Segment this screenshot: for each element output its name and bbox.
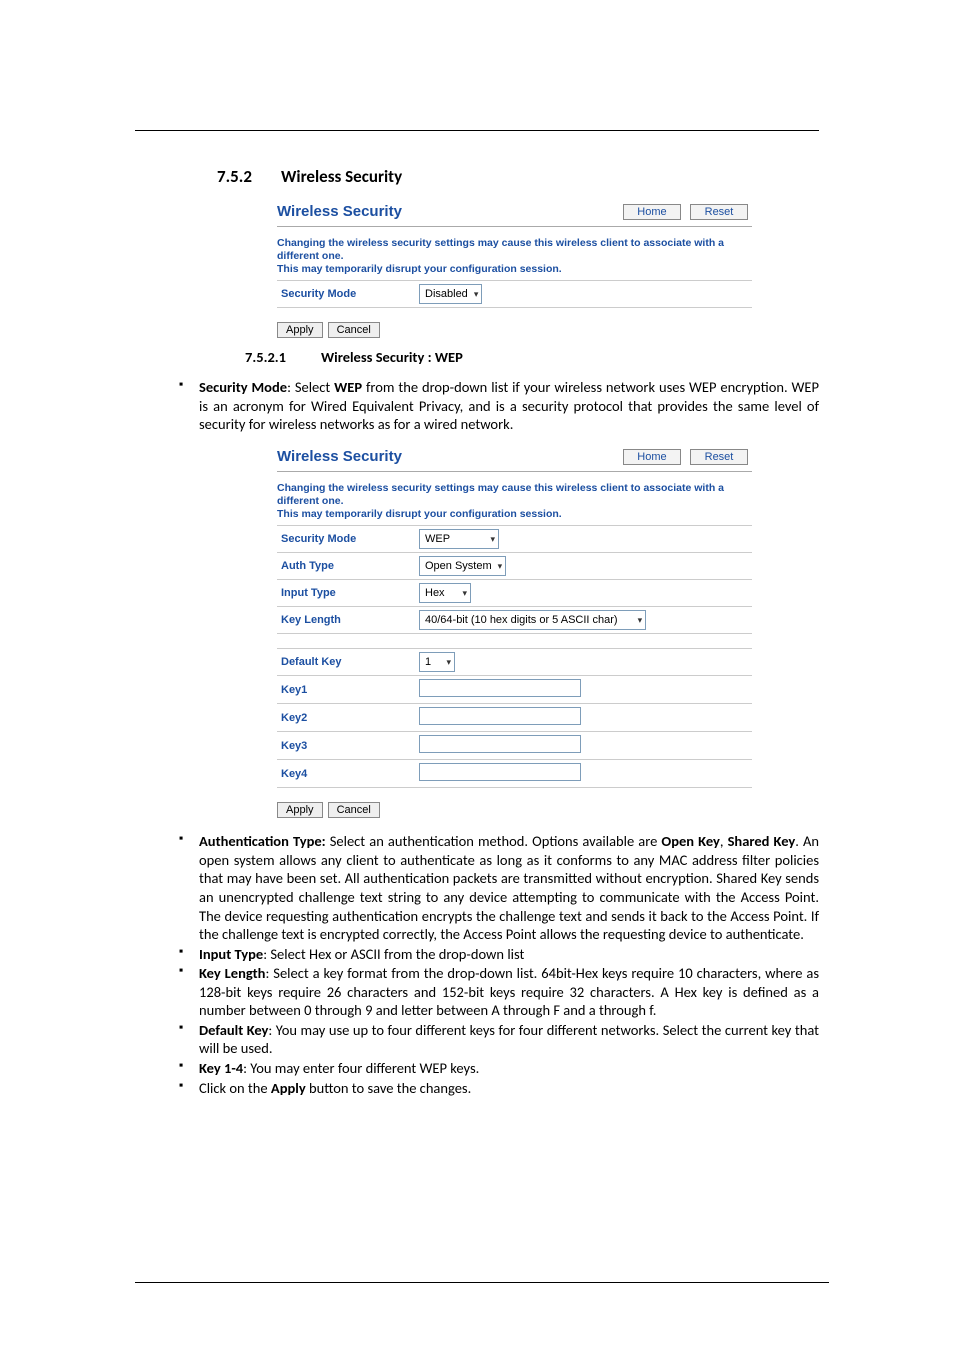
home-button[interactable]: Home <box>623 449 681 465</box>
apply-button[interactable]: Apply <box>277 322 323 338</box>
chevron-down-icon: ▾ <box>638 615 643 626</box>
section-number: 7.5.2 <box>217 166 265 187</box>
chevron-down-icon: ▾ <box>474 289 479 300</box>
input-type-select[interactable]: Hex▾ <box>419 583 471 603</box>
security-mode-select[interactable]: Disabled ▾ <box>419 284 482 304</box>
key2-label: Key2 <box>277 704 415 732</box>
list-item: Default Key: You may use up to four diff… <box>179 1021 819 1058</box>
panel-separator <box>277 471 752 472</box>
cancel-button[interactable]: Cancel <box>328 322 380 338</box>
chevron-down-icon: ▾ <box>490 534 495 545</box>
security-mode-label: Security Mode <box>277 281 415 308</box>
subsection-heading: 7.5.2.1 Wireless Security : WEP <box>245 348 819 366</box>
list-item: Key Length: Select a key format from the… <box>179 964 819 1020</box>
key-length-select[interactable]: 40/64-bit (10 hex digits or 5 ASCII char… <box>419 610 646 630</box>
panel-title: Wireless Security <box>277 203 402 220</box>
key2-input[interactable] <box>419 707 581 725</box>
key1-input[interactable] <box>419 679 581 697</box>
chevron-down-icon: ▾ <box>498 561 503 572</box>
subsection-title: Wireless Security : WEP <box>321 348 463 366</box>
cancel-button[interactable]: Cancel <box>328 802 380 818</box>
section-heading: 7.5.2 Wireless Security <box>217 166 819 187</box>
key4-label: Key4 <box>277 760 415 788</box>
key4-input[interactable] <box>419 763 581 781</box>
top-rule <box>135 130 819 131</box>
form-table: Security Mode Disabled ▾ <box>277 280 752 308</box>
key3-input[interactable] <box>419 735 581 753</box>
security-mode-select[interactable]: WEP▾ <box>419 529 499 549</box>
auth-type-select[interactable]: Open System▾ <box>419 556 506 576</box>
apply-button[interactable]: Apply <box>277 802 323 818</box>
reset-button[interactable]: Reset <box>690 204 748 220</box>
panel-warning: Changing the wireless security settings … <box>277 237 752 276</box>
home-button[interactable]: Home <box>623 204 681 220</box>
reset-button[interactable]: Reset <box>690 449 748 465</box>
input-type-label: Input Type <box>277 580 415 607</box>
chevron-down-icon: ▾ <box>462 588 467 599</box>
key1-label: Key1 <box>277 676 415 704</box>
key3-label: Key3 <box>277 732 415 760</box>
list-item: Security Mode: Select WEP from the drop-… <box>179 378 819 434</box>
chevron-down-icon: ▾ <box>446 657 451 668</box>
bullet-list-1: Security Mode: Select WEP from the drop-… <box>179 378 819 434</box>
list-item: Input Type: Select Hex or ASCII from the… <box>179 945 819 964</box>
security-mode-label: Security Mode <box>277 526 415 553</box>
panel-title: Wireless Security <box>277 448 402 465</box>
default-key-label: Default Key <box>277 649 415 676</box>
bullet-list-2: Authentication Type: Select an authentic… <box>179 832 819 1097</box>
panel-separator <box>277 226 752 227</box>
section-title: Wireless Security <box>281 166 402 187</box>
auth-type-label: Auth Type <box>277 553 415 580</box>
bottom-rule <box>135 1282 829 1283</box>
form-table: Security Mode WEP▾ Auth Type Open System… <box>277 525 752 788</box>
panel-warning: Changing the wireless security settings … <box>277 482 752 521</box>
subsection-number: 7.5.2.1 <box>245 348 305 366</box>
key-length-label: Key Length <box>277 607 415 634</box>
list-item: Authentication Type: Select an authentic… <box>179 832 819 943</box>
list-item: Click on the Apply button to save the ch… <box>179 1079 819 1098</box>
screenshot-panel-wep: Wireless Security Home Reset Changing th… <box>277 446 752 818</box>
list-item: Key 1-4: You may enter four different WE… <box>179 1059 819 1078</box>
default-key-select[interactable]: 1▾ <box>419 652 455 672</box>
screenshot-panel-disabled: Wireless Security Home Reset Changing th… <box>277 201 752 338</box>
